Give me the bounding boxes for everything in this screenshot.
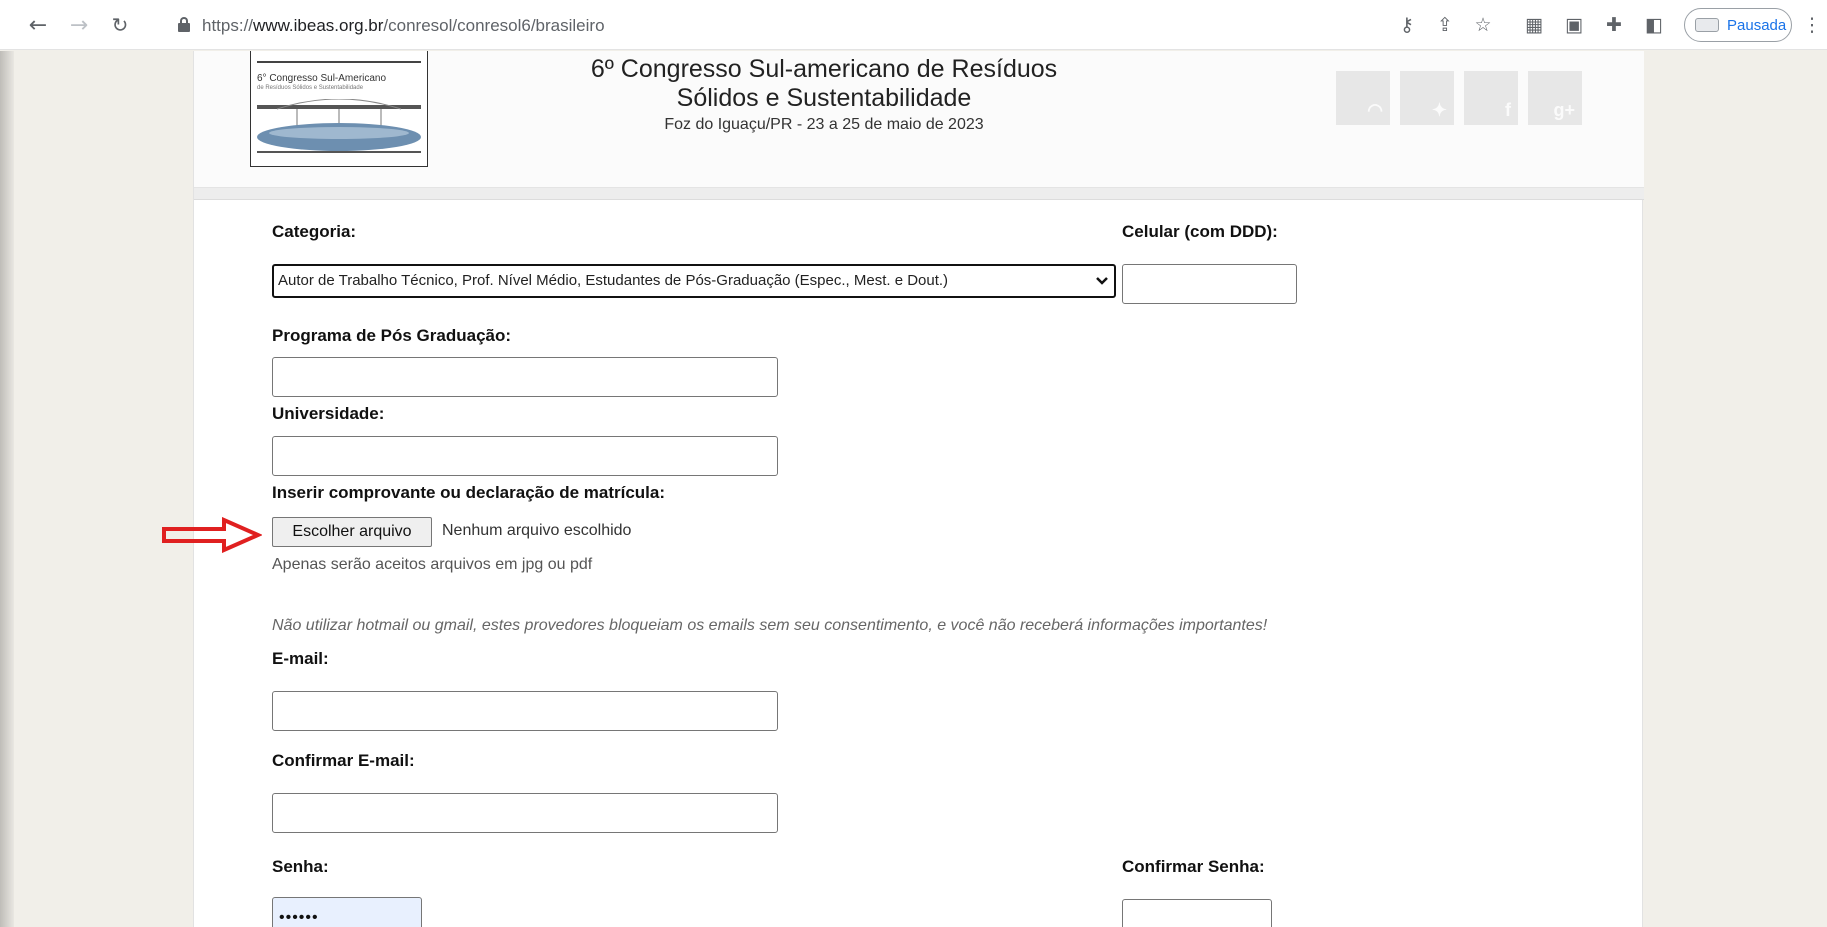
comprovante-label: Inserir comprovante ou declaração de mat… <box>272 483 666 502</box>
chevron-down-icon <box>1096 277 1108 285</box>
page-content: 6° Congresso Sul-Americano de Resíduos S… <box>193 51 1644 927</box>
twitter-icon[interactable]: ✦ <box>1400 71 1454 125</box>
email-label: E-mail: <box>272 649 329 668</box>
grid-extension-icon[interactable]: ▦ <box>1519 9 1549 41</box>
universidade-input[interactable] <box>272 436 778 476</box>
choose-file-button[interactable]: Escolher arquivo <box>272 517 432 547</box>
google-plus-icon[interactable]: g+ <box>1528 71 1582 125</box>
event-date-location: Foz do Iguaçu/PR - 23 a 25 de maio de 20… <box>664 116 984 133</box>
senha-label: Senha: <box>272 857 329 876</box>
congress-logo[interactable]: 6° Congresso Sul-Americano de Resíduos S… <box>250 51 428 167</box>
categoria-selected-value: Autor de Trabalho Técnico, Prof. Nível M… <box>278 272 949 289</box>
left-edge-shadow <box>0 51 14 927</box>
profile-paused-button[interactable]: Pausada <box>1684 8 1792 42</box>
annotation-arrow-icon <box>162 517 262 553</box>
key-icon[interactable]: ⚷ <box>1392 9 1422 41</box>
puzzle-extensions-icon[interactable]: ✚ <box>1599 9 1629 41</box>
browser-toolbar: ← → ↻ https://www.ibeas.org.br/conresol/… <box>0 0 1827 50</box>
menu-kebab-icon[interactable]: ⋮ <box>1797 9 1827 41</box>
file-status: Nenhum arquivo escolhido <box>442 522 632 539</box>
celular-input[interactable] <box>1122 264 1297 304</box>
email-input[interactable] <box>272 691 778 731</box>
facebook-icon[interactable]: f <box>1464 71 1518 125</box>
lock-icon[interactable] <box>178 17 190 32</box>
categoria-select[interactable]: Autor de Trabalho Técnico, Prof. Nível M… <box>272 264 1116 298</box>
confirm-email-input[interactable] <box>272 793 778 833</box>
senha-input[interactable]: •••••• <box>272 897 422 927</box>
profile-status-label: Pausada <box>1727 16 1787 34</box>
forward-arrow-icon[interactable]: → <box>63 9 95 41</box>
reload-icon[interactable]: ↻ <box>104 9 136 41</box>
page-title: 6º Congresso Sul-americano de Resíduos S… <box>590 55 1058 112</box>
rss-icon[interactable]: ◠ <box>1336 71 1390 125</box>
confirm-senha-input[interactable] <box>1122 899 1272 927</box>
programa-label: Programa de Pós Graduação: <box>272 326 512 345</box>
celular-label: Celular (com DDD): <box>1122 222 1278 241</box>
share-icon[interactable]: ⇪ <box>1430 9 1460 41</box>
bookmark-star-icon[interactable]: ☆ <box>1468 9 1498 41</box>
file-type-hint: Apenas serão aceitos arquivos em jpg ou … <box>272 556 593 573</box>
email-warning: Não utilizar hotmail ou gmail, estes pro… <box>272 617 1268 634</box>
address-bar[interactable]: https://www.ibeas.org.br/conresol/conres… <box>160 6 1460 44</box>
categoria-label: Categoria: <box>272 222 357 241</box>
site-header: 6° Congresso Sul-Americano de Resíduos S… <box>194 51 1644 188</box>
side-panel-icon[interactable]: ◧ <box>1639 9 1669 41</box>
programa-input[interactable] <box>272 357 778 397</box>
back-arrow-icon[interactable]: ← <box>22 9 54 41</box>
header-divider <box>194 188 1644 200</box>
confirm-email-label: Confirmar E-mail: <box>272 751 415 770</box>
confirm-senha-label: Confirmar Senha: <box>1122 857 1265 876</box>
bridge-illustration-icon <box>257 99 421 153</box>
avatar <box>1695 18 1719 32</box>
picture-in-picture-icon[interactable]: ▣ <box>1559 9 1589 41</box>
universidade-label: Universidade: <box>272 404 385 423</box>
url-text[interactable]: https://www.ibeas.org.br/conresol/conres… <box>202 16 605 36</box>
